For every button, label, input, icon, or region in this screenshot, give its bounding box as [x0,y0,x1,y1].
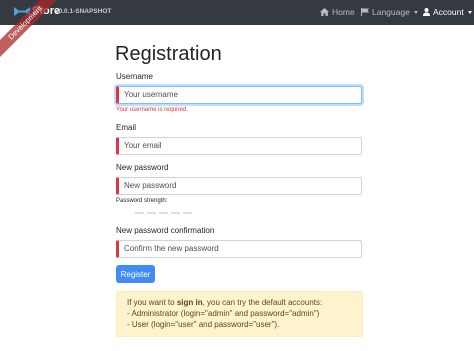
alert-prefix: If you want to [127,298,177,307]
flag-icon [361,8,369,16]
nav-account-label: Account [433,7,464,17]
sign-in-link[interactable]: sign in [177,298,203,307]
page-title: Registration [115,43,222,65]
strength-bar-5 [183,212,192,214]
alert-admin-line: - Administrator (login="admin" and passw… [127,309,320,318]
default-accounts-alert: If you want to sign in, you can try the … [116,291,363,337]
strength-bar-4 [171,212,180,214]
home-icon [320,8,329,16]
nav-language[interactable]: Language [361,7,418,17]
alert-suffix: , you can try the default accounts: [202,298,323,307]
confirm-password-field[interactable]: Confirm the new password [116,240,362,258]
nav-account[interactable]: Account [423,7,472,17]
environment-ribbon: Development [0,0,80,80]
confirm-password-label: New password confirmation [116,226,215,235]
register-button[interactable]: Register [116,265,155,283]
new-password-label: New password [116,163,169,172]
strength-bar-1 [135,212,144,214]
nav-home[interactable]: Home [320,7,355,17]
email-label: Email [116,123,137,132]
user-icon [423,8,430,16]
username-label: Username [116,72,153,81]
new-password-field[interactable]: New password [116,177,362,195]
email-field[interactable]: Your email [116,137,362,155]
ribbon-label: Development [0,0,64,61]
username-error: Your username is required. [116,107,188,113]
strength-bar-2 [147,212,156,214]
alert-user-line: - User (login="user" and password="user"… [127,320,280,329]
username-field[interactable]: Your username [116,86,362,104]
password-strength-label: Password strength: [116,198,168,204]
nav-home-label: Home [332,7,355,17]
nav-language-label: Language [372,7,410,17]
chevron-down-icon [413,10,418,14]
strength-bar-3 [159,212,168,214]
alert-intro: If you want to sign in, you can try the … [127,297,362,308]
chevron-down-icon [467,10,472,14]
